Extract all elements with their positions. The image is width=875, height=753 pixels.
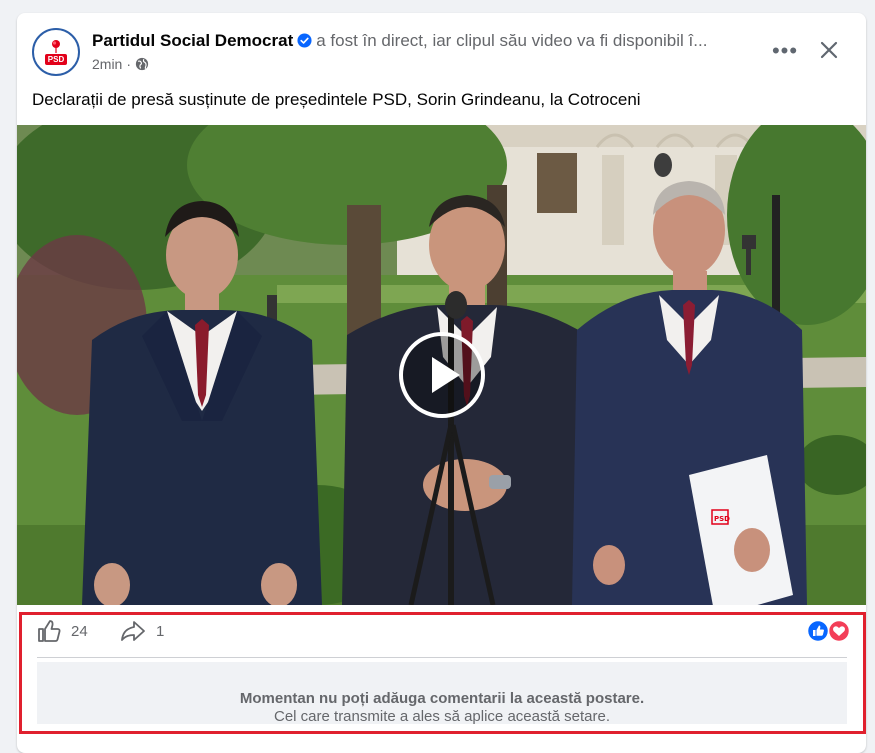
folder-psd-label: PSD [714,515,730,523]
avatar-psd-label: PSD [44,54,68,65]
like-count: 24 [71,622,88,640]
comments-disabled-notice: Momentan nu poți adăuga comentarii la ac… [37,662,847,725]
verified-badge-icon [297,33,312,48]
comments-disabled-subtitle: Cel care transmite a ales să aplice acea… [274,708,610,725]
love-reaction-icon [827,619,851,643]
post-meta: 2min · [92,56,149,72]
post-title-line: Partidul Social Democrat a fost în direc… [92,30,772,52]
meta-separator: · [126,56,132,72]
share-button[interactable]: 1 [119,617,164,645]
like-button[interactable]: 24 [36,617,88,645]
actions-divider [37,657,847,658]
post-timestamp[interactable]: 2min [92,56,122,72]
thumbs-up-icon [38,620,61,642]
post-card: PSD Partidul Social Democrat a fost în d… [17,13,866,753]
share-count: 1 [156,622,165,640]
post-message: Declarații de presă susținute de președi… [32,90,641,109]
share-arrow-icon [121,621,145,641]
more-options-icon: ••• [771,38,799,63]
post-actions: 24 1 Momentan nu poți adăuga comentarii … [17,605,866,753]
like-reaction-icon [806,619,830,643]
play-button-icon[interactable] [398,331,486,419]
page-name-link[interactable]: Partidul Social Democrat [92,31,293,50]
page-avatar[interactable]: PSD [32,28,80,76]
close-button[interactable] [813,34,845,66]
close-icon [820,41,838,59]
more-options-button[interactable]: ••• [769,38,801,63]
video-player[interactable]: PSD [17,125,866,605]
post-header: PSD Partidul Social Democrat a fost în d… [17,13,866,83]
globe-icon [135,57,149,71]
comments-disabled-title: Momentan nu poți adăuga comentarii la ac… [239,690,645,707]
rose-icon [52,40,60,53]
live-status-text: a fost în direct, iar clipul său video v… [316,31,708,50]
reactions-summary[interactable] [806,619,852,643]
